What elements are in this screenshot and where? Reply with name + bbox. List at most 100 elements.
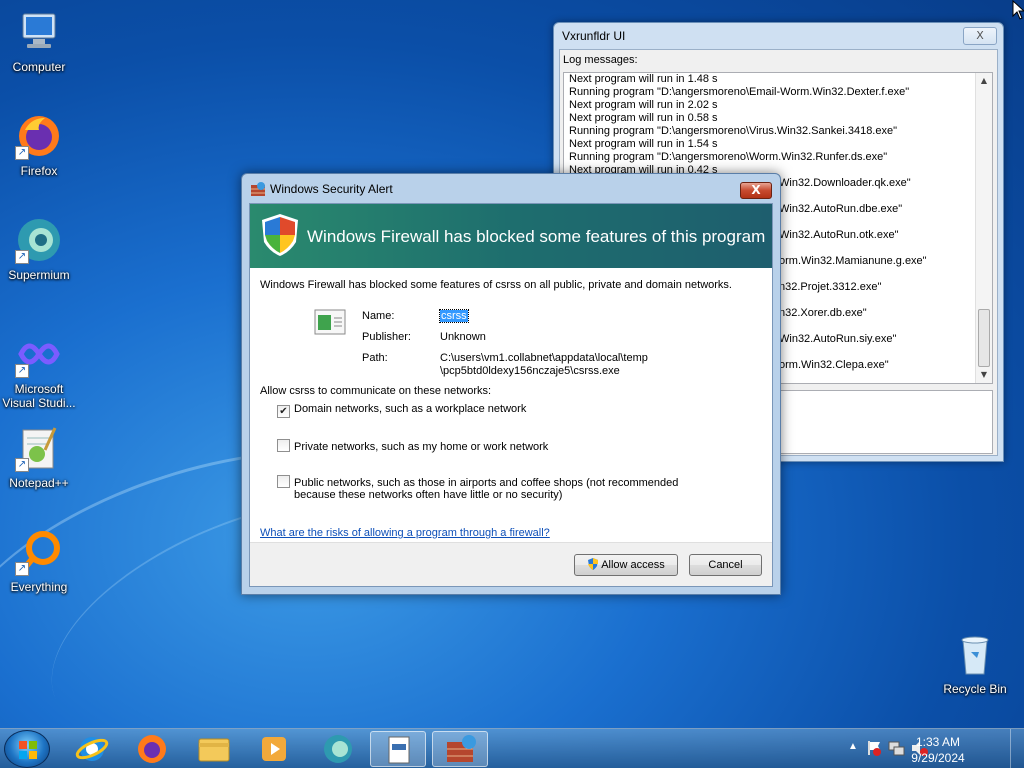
clock[interactable]: 1:33 AM 9/29/2024 — [908, 734, 968, 766]
everything-icon: ↗ — [15, 528, 63, 576]
scroll-down-icon[interactable]: ▼ — [976, 367, 992, 383]
alert-title: Windows Security Alert — [270, 182, 393, 196]
log-line: orm.Win32.Mamianune.g.exe" — [779, 255, 927, 267]
internet-explorer-icon — [75, 737, 109, 761]
alert-close-button[interactable]: X — [740, 182, 772, 199]
firefox-icon: ↗ — [15, 112, 63, 160]
log-scrollbar[interactable]: ▲ ▼ — [975, 73, 992, 383]
desktop-icon-notepadpp[interactable]: ↗ Notepad++ — [0, 424, 78, 490]
desktop-icon-label: Supermium — [8, 268, 70, 282]
taskbar-ie[interactable] — [64, 731, 120, 767]
mouse-cursor-icon — [1012, 0, 1024, 23]
uac-shield-icon — [587, 557, 599, 570]
path-label: Path: — [362, 352, 388, 364]
desktop-icon-label: Computer — [12, 60, 66, 74]
name-value-text: csrss — [439, 309, 469, 323]
desktop-icon-recycle-bin[interactable]: Recycle Bin — [936, 630, 1014, 696]
firewall-icon — [250, 181, 266, 197]
firefox-icon — [138, 735, 166, 763]
alert-banner: Windows Firewall has blocked some featur… — [250, 204, 772, 268]
log-line: Running program "D:\angersmoreno\Worm.Wi… — [569, 151, 888, 163]
alert-banner-text: Windows Firewall has blocked some featur… — [307, 227, 766, 246]
path-value-line1: C:\users\vm1.collabnet\appdata\local\tem… — [440, 352, 648, 364]
log-line: Next program will run in 1.54 s — [569, 138, 718, 150]
log-window-title: Vxrunfldr UI — [562, 29, 626, 43]
network-icon[interactable] — [888, 739, 906, 760]
windows-logo-icon — [19, 741, 37, 759]
supermium-icon — [324, 735, 352, 763]
log-line: Win32.AutoRun.siy.exe" — [779, 333, 897, 345]
app-window-icon — [388, 736, 410, 764]
domain-networks-label: Domain networks, such as a workplace net… — [294, 403, 527, 415]
alert-description: Windows Firewall has blocked some featur… — [260, 279, 732, 291]
desktop-icon-supermium[interactable]: ↗ Supermium — [0, 216, 78, 282]
desktop-icon-label: Everything — [10, 580, 68, 594]
supermium-icon: ↗ — [15, 216, 63, 264]
log-line-fragments: Win32.Downloader.qk.exe" Win32.AutoRun.d… — [779, 177, 927, 383]
log-line: Next program will run in 2.02 s — [569, 99, 718, 111]
taskbar-supermium[interactable] — [310, 731, 366, 767]
show-desktop-button[interactable] — [1010, 729, 1024, 768]
public-networks-label: Public networks, such as those in airpor… — [294, 477, 679, 489]
desktop-icon-label: Visual Studi... — [2, 396, 76, 410]
log-window-close-button[interactable]: X — [963, 27, 997, 45]
log-line: Running program "D:\angersmoreno\Email-W… — [569, 86, 910, 98]
domain-networks-checkbox[interactable]: ✔ Domain networks, such as a workplace ne… — [277, 403, 526, 418]
system-tray: ▲ 1:33 AM 9/29/2024 — [834, 729, 1024, 768]
log-line: n32.Projet.3312.exe" — [779, 281, 882, 293]
checkbox-unchecked-icon[interactable] — [277, 439, 290, 452]
allow-prompt: Allow csrss to communicate on these netw… — [260, 385, 492, 397]
taskbar-vxrunfldr[interactable] — [370, 731, 426, 767]
clock-time: 1:33 AM — [915, 735, 961, 749]
log-line: orm.Win32.Clepa.exe" — [779, 359, 889, 371]
log-line: Running program "D:\angersmoreno\Virus.W… — [569, 125, 898, 137]
path-value-line2: \pcp5btd0ldexy156nczaje5\csrss.exe — [440, 365, 620, 377]
taskbar: ▲ 1:33 AM 9/29/2024 — [0, 728, 1024, 768]
log-line: Win32.AutoRun.otk.exe" — [779, 229, 899, 241]
clock-date: 9/29/2024 — [911, 751, 965, 765]
desktop-icon-label: Notepad++ — [9, 476, 69, 490]
taskbar-firefox[interactable] — [124, 731, 180, 767]
alert-content: Windows Firewall has blocked some featur… — [250, 268, 772, 542]
folder-icon — [198, 738, 230, 762]
name-value[interactable]: csrss — [439, 309, 469, 323]
publisher-label: Publisher: — [362, 331, 411, 343]
firewall-icon — [447, 735, 476, 762]
desktop-icon-computer[interactable]: Computer — [0, 8, 78, 74]
public-networks-label-line2: because these networks often have little… — [294, 489, 563, 501]
taskbar-security-alert[interactable] — [432, 731, 488, 767]
firewall-risks-link[interactable]: What are the risks of allowing a program… — [260, 527, 550, 539]
action-center-flag-icon[interactable] — [866, 739, 882, 760]
log-messages-label: Log messages: — [563, 54, 638, 66]
alert-titlebar: Windows Security Alert — [242, 174, 780, 204]
scroll-up-icon[interactable]: ▲ — [976, 73, 992, 89]
taskbar-explorer[interactable] — [186, 731, 242, 767]
log-line: Next program will run in 0.58 s — [569, 112, 718, 124]
program-icon — [314, 308, 346, 336]
notepadpp-icon: ↗ — [15, 424, 63, 472]
allow-access-button[interactable]: Allow access — [574, 554, 678, 576]
log-lines: Next program will run in 1.48 s Running … — [569, 73, 972, 177]
private-networks-checkbox[interactable]: Private networks, such as my home or wor… — [277, 439, 548, 453]
cancel-button[interactable]: Cancel — [689, 554, 762, 576]
desktop-icon-everything[interactable]: ↗ Everything — [0, 528, 78, 594]
scroll-thumb[interactable] — [978, 309, 990, 367]
desktop-icon-label: Microsoft — [14, 382, 64, 396]
recycle-bin-icon — [951, 630, 999, 678]
computer-icon — [15, 8, 63, 56]
desktop-icon-visual-studio[interactable]: ↗ Microsoft Visual Studi... — [0, 330, 78, 410]
desktop-icon-firefox[interactable]: ↗ Firefox — [0, 112, 78, 178]
checkbox-checked-icon[interactable]: ✔ — [277, 405, 290, 418]
media-player-icon — [262, 737, 286, 761]
taskbar-media-player[interactable] — [246, 731, 302, 767]
security-alert-dialog[interactable]: Windows Security Alert X Windows Firewal… — [241, 173, 781, 595]
name-label: Name: — [362, 310, 395, 322]
log-line: Next program will run in 1.48 s — [569, 73, 718, 85]
checkbox-unchecked-icon[interactable] — [277, 475, 290, 488]
private-networks-label: Private networks, such as my home or wor… — [294, 441, 549, 453]
show-hidden-icons-icon[interactable]: ▲ — [848, 741, 858, 752]
alert-inner: Windows Firewall has blocked some featur… — [249, 203, 773, 587]
desktop-icon-label: Recycle Bin — [943, 682, 1007, 696]
public-networks-checkbox[interactable]: Public networks, such as those in airpor… — [277, 475, 678, 489]
start-button[interactable] — [4, 730, 50, 768]
